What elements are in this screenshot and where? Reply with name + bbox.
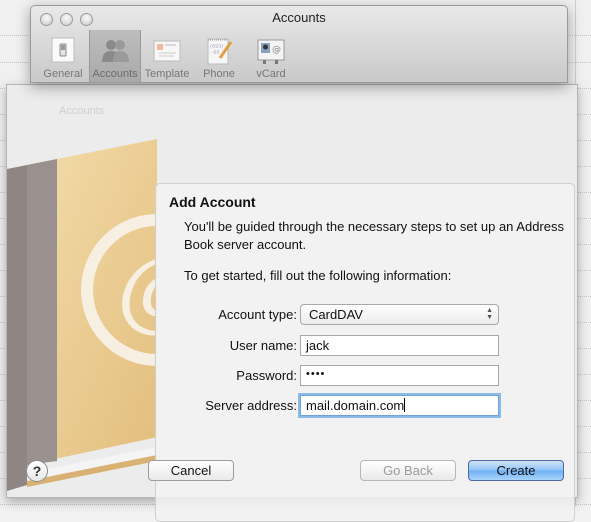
password-field[interactable]: •••• xyxy=(300,365,499,386)
sheet-instruction: To get started, fill out the following i… xyxy=(184,268,452,283)
toolbar-label: vCard xyxy=(256,68,286,80)
toolbar-label: Accounts xyxy=(92,68,138,80)
toolbar-label: General xyxy=(43,68,83,80)
svg-text:@: @ xyxy=(272,45,281,55)
card-template-icon xyxy=(153,40,181,62)
people-icon xyxy=(102,40,129,62)
server-address-field[interactable]: mail.domain.com xyxy=(300,395,499,416)
account-type-label: Account type: xyxy=(218,307,297,322)
server-address-label: Server address: xyxy=(205,398,297,413)
toolbar-item-general[interactable]: General xyxy=(37,30,89,82)
text-caret xyxy=(404,398,406,412)
toolbar-item-accounts[interactable]: Accounts xyxy=(89,30,141,82)
user-name-field[interactable]: jack xyxy=(300,335,499,356)
create-button[interactable]: Create xyxy=(468,460,564,481)
toolbar-item-phone[interactable]: (693) - 66 Phone xyxy=(193,30,245,82)
password-label: Password: xyxy=(236,368,297,383)
address-book-icon: @ xyxy=(7,139,157,491)
up-down-arrows-icon: ▲ ▼ xyxy=(486,307,493,321)
svg-text:- 66: - 66 xyxy=(210,50,220,56)
toolbar-label: Phone xyxy=(203,68,235,80)
toolbar-item-template[interactable]: Template xyxy=(141,30,193,82)
account-type-row: Account type: CardDAV ▲ ▼ xyxy=(156,304,576,326)
switch-icon xyxy=(51,37,75,63)
window-title: Accounts xyxy=(272,10,326,25)
go-back-button[interactable]: Go Back xyxy=(360,460,456,481)
user-name-row: User name: jack xyxy=(156,335,576,357)
user-name-label: User name: xyxy=(229,338,297,353)
vcard-icon: @ xyxy=(257,39,285,64)
at-sign-glyph: @ xyxy=(117,237,157,342)
notepad-pencil-icon: (693) - 66 xyxy=(207,38,233,65)
sheet-title: Add Account xyxy=(169,194,256,210)
preferences-toolbar: General Accounts Template (693) - 66 Pho… xyxy=(37,30,297,82)
sheet-description: You'll be guided through the necessary s… xyxy=(184,219,564,252)
account-type-select[interactable]: CardDAV ▲ ▼ xyxy=(300,304,499,325)
toolbar-label: Template xyxy=(144,68,190,80)
cancel-button[interactable]: Cancel xyxy=(148,460,234,481)
password-row: Password: •••• xyxy=(156,365,576,387)
preferences-content: Accounts @ Add Account You'll be guided … xyxy=(6,84,578,522)
toolbar-item-vcard[interactable]: @ vCard xyxy=(245,30,297,82)
account-type-value: CardDAV xyxy=(309,307,363,322)
ghost-accounts-label: Accounts xyxy=(59,105,105,117)
server-address-value: mail.domain.com xyxy=(306,398,405,413)
help-button[interactable]: ? xyxy=(26,460,48,482)
server-address-row: Server address: mail.domain.com xyxy=(156,395,576,417)
preferences-window-titlebar: Accounts General Accounts Template (693)… xyxy=(30,5,568,83)
